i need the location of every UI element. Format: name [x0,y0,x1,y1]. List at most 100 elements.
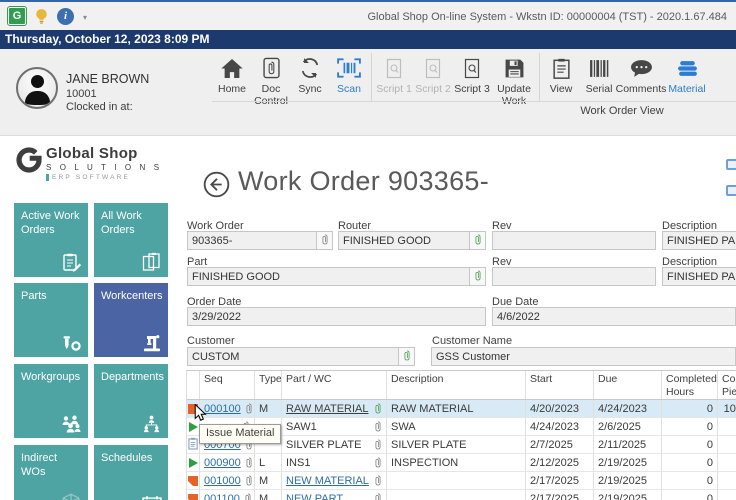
paperclip-icon[interactable] [374,420,382,433]
part-input[interactable]: FINISHED GOOD [187,267,486,286]
order-date-input[interactable]: 3/29/2022 [187,307,486,326]
app-logo-icon[interactable]: G [8,7,26,25]
paperclip-icon[interactable] [374,402,382,415]
due-column-header[interactable]: Due [594,371,662,399]
info-icon[interactable]: i [57,8,74,25]
table-row[interactable]: 000900 L INS1 INSPECTION 2/12/2025 2/19/… [187,454,736,472]
sidebar-tile-active-work-orders[interactable]: Active Work Orders [14,203,88,277]
form-status-icon[interactable] [188,437,199,453]
type-column-header[interactable]: Type [255,371,282,399]
user-id: 10001 [66,88,97,100]
status-column-header [187,371,200,399]
due-date: 2/19/2025 [598,475,647,487]
paperclip-icon[interactable] [245,402,253,415]
save-floppy-icon [491,55,537,81]
part-wc-link[interactable]: NEW MATERIAL [286,475,369,487]
tile-label: Departments [101,371,164,383]
paperclip-icon[interactable] [374,438,382,451]
seq-link[interactable]: 001000 [204,475,241,487]
paperclip-icon[interactable] [374,492,382,500]
avatar[interactable] [16,67,58,109]
comments-button[interactable]: Comments [613,55,669,95]
page-title: Work Order 903365- [238,166,489,197]
clipboard-edit-icon [62,252,82,272]
sync-icon [290,55,330,81]
router-input[interactable]: FINISHED GOOD [338,231,486,250]
ribbon-group-divider [212,101,736,102]
sidebar-tile-workgroups[interactable]: Workgroups [14,364,88,438]
script2-button[interactable]: Script 2 [413,55,453,95]
description-column-header[interactable]: Description [387,371,526,399]
table-row[interactable]: 001000 M NEW MATERIAL 2/17/2025 2/19/202… [187,472,736,490]
table-row[interactable]: 000100 M RAW MATERIAL RAW MATERIAL 4/20/… [187,400,736,418]
back-button[interactable] [203,171,230,203]
titlebar-dropdown-caret-icon[interactable]: ▾ [83,13,87,22]
update-work-button[interactable]: Update Work [491,55,537,107]
start-column-header[interactable]: Start [526,371,594,399]
script2-label: Script 2 [413,83,453,95]
paperclip-icon[interactable] [374,456,382,469]
start-date: 2/12/2025 [530,457,579,469]
customer-input[interactable]: CUSTOM [187,347,415,366]
sidebar-tile-workcenters[interactable]: Workcenters [94,283,168,357]
table-row[interactable]: 001100 M NEW PART 2/17/2025 2/19/2025 0 … [187,490,736,500]
part-wc-column-header[interactable]: Part / WC [282,371,387,399]
rev2-input[interactable] [492,267,656,286]
paperclip-icon [403,349,411,365]
cube-icon [60,492,82,500]
update-work-label: Update Work [491,83,537,107]
attachment-button[interactable] [398,348,414,365]
description-input[interactable]: FINISHED PART [662,231,736,250]
paperclip-icon[interactable] [374,474,382,487]
script1-label: Script 1 [374,83,414,95]
issue-material-partial-status-icon[interactable] [188,494,198,500]
seq-link[interactable]: 001100 [204,493,240,500]
paperclip-icon[interactable] [244,492,252,500]
paperclip-icon [321,233,329,249]
attachment-button[interactable] [469,232,485,249]
completed-hours-column-header[interactable]: Completed Hours [662,371,718,399]
seq-column-header[interactable]: Seq [200,371,255,399]
completed-hours: 0 [707,493,713,500]
sidebar-tile-schedules[interactable]: Schedules [94,445,168,500]
customer-name-input[interactable]: GSS Customer [431,347,736,366]
start-date: 4/24/2023 [530,421,579,433]
script3-button[interactable]: Script 3 [452,55,492,95]
sidebar-tile-indirect-wos[interactable]: Indirect WOs [14,445,88,500]
work-order-input[interactable]: 903365- [187,231,333,250]
clipped-icon[interactable] [726,185,736,196]
seq-link[interactable]: 000100 [204,403,241,415]
scan-button[interactable]: Scan [329,55,369,95]
part-wc-link[interactable]: RAW MATERIAL [286,403,369,415]
view-button[interactable]: View [542,55,580,95]
sync-label: Sync [290,83,330,95]
paperclip-icon[interactable] [245,474,253,487]
issue-material-partial-status-icon[interactable] [188,476,198,486]
lightbulb-icon[interactable] [35,8,48,25]
sidebar-tile-departments[interactable]: Departments [94,364,168,438]
clipped-icon[interactable] [726,159,736,170]
material-button[interactable]: Material [664,55,710,95]
start-sequence-status-icon[interactable] [189,458,198,468]
due-date-input[interactable]: 4/6/2022 [492,307,736,326]
sync-button[interactable]: Sync [290,55,330,95]
attachment-button[interactable] [469,268,485,285]
scan-label: Scan [329,83,369,95]
paperclip-icon [474,233,482,249]
sidebar-tile-all-work-orders[interactable]: All Work Orders [94,203,168,277]
description2-input[interactable]: FINISHED PART D [662,267,736,286]
customer-name-label: Customer Name [432,335,512,347]
attachment-button[interactable] [316,232,332,249]
part-wc-link[interactable]: NEW PART [286,493,343,500]
script1-button[interactable]: Script 1 [374,55,414,95]
router-value: FINISHED GOOD [343,235,469,247]
people-group-icon [60,414,82,433]
doc-control-button[interactable]: Doc Control [251,55,291,107]
rev-input[interactable] [492,231,656,250]
doc-control-icon [251,55,291,81]
seq-link[interactable]: 000900 [204,457,241,469]
sidebar-tile-parts[interactable]: Parts [14,283,88,357]
paperclip-icon[interactable] [245,456,253,469]
home-button[interactable]: Home [212,55,252,95]
completed-pieces-column-header[interactable]: Completed Pieces [718,371,736,399]
